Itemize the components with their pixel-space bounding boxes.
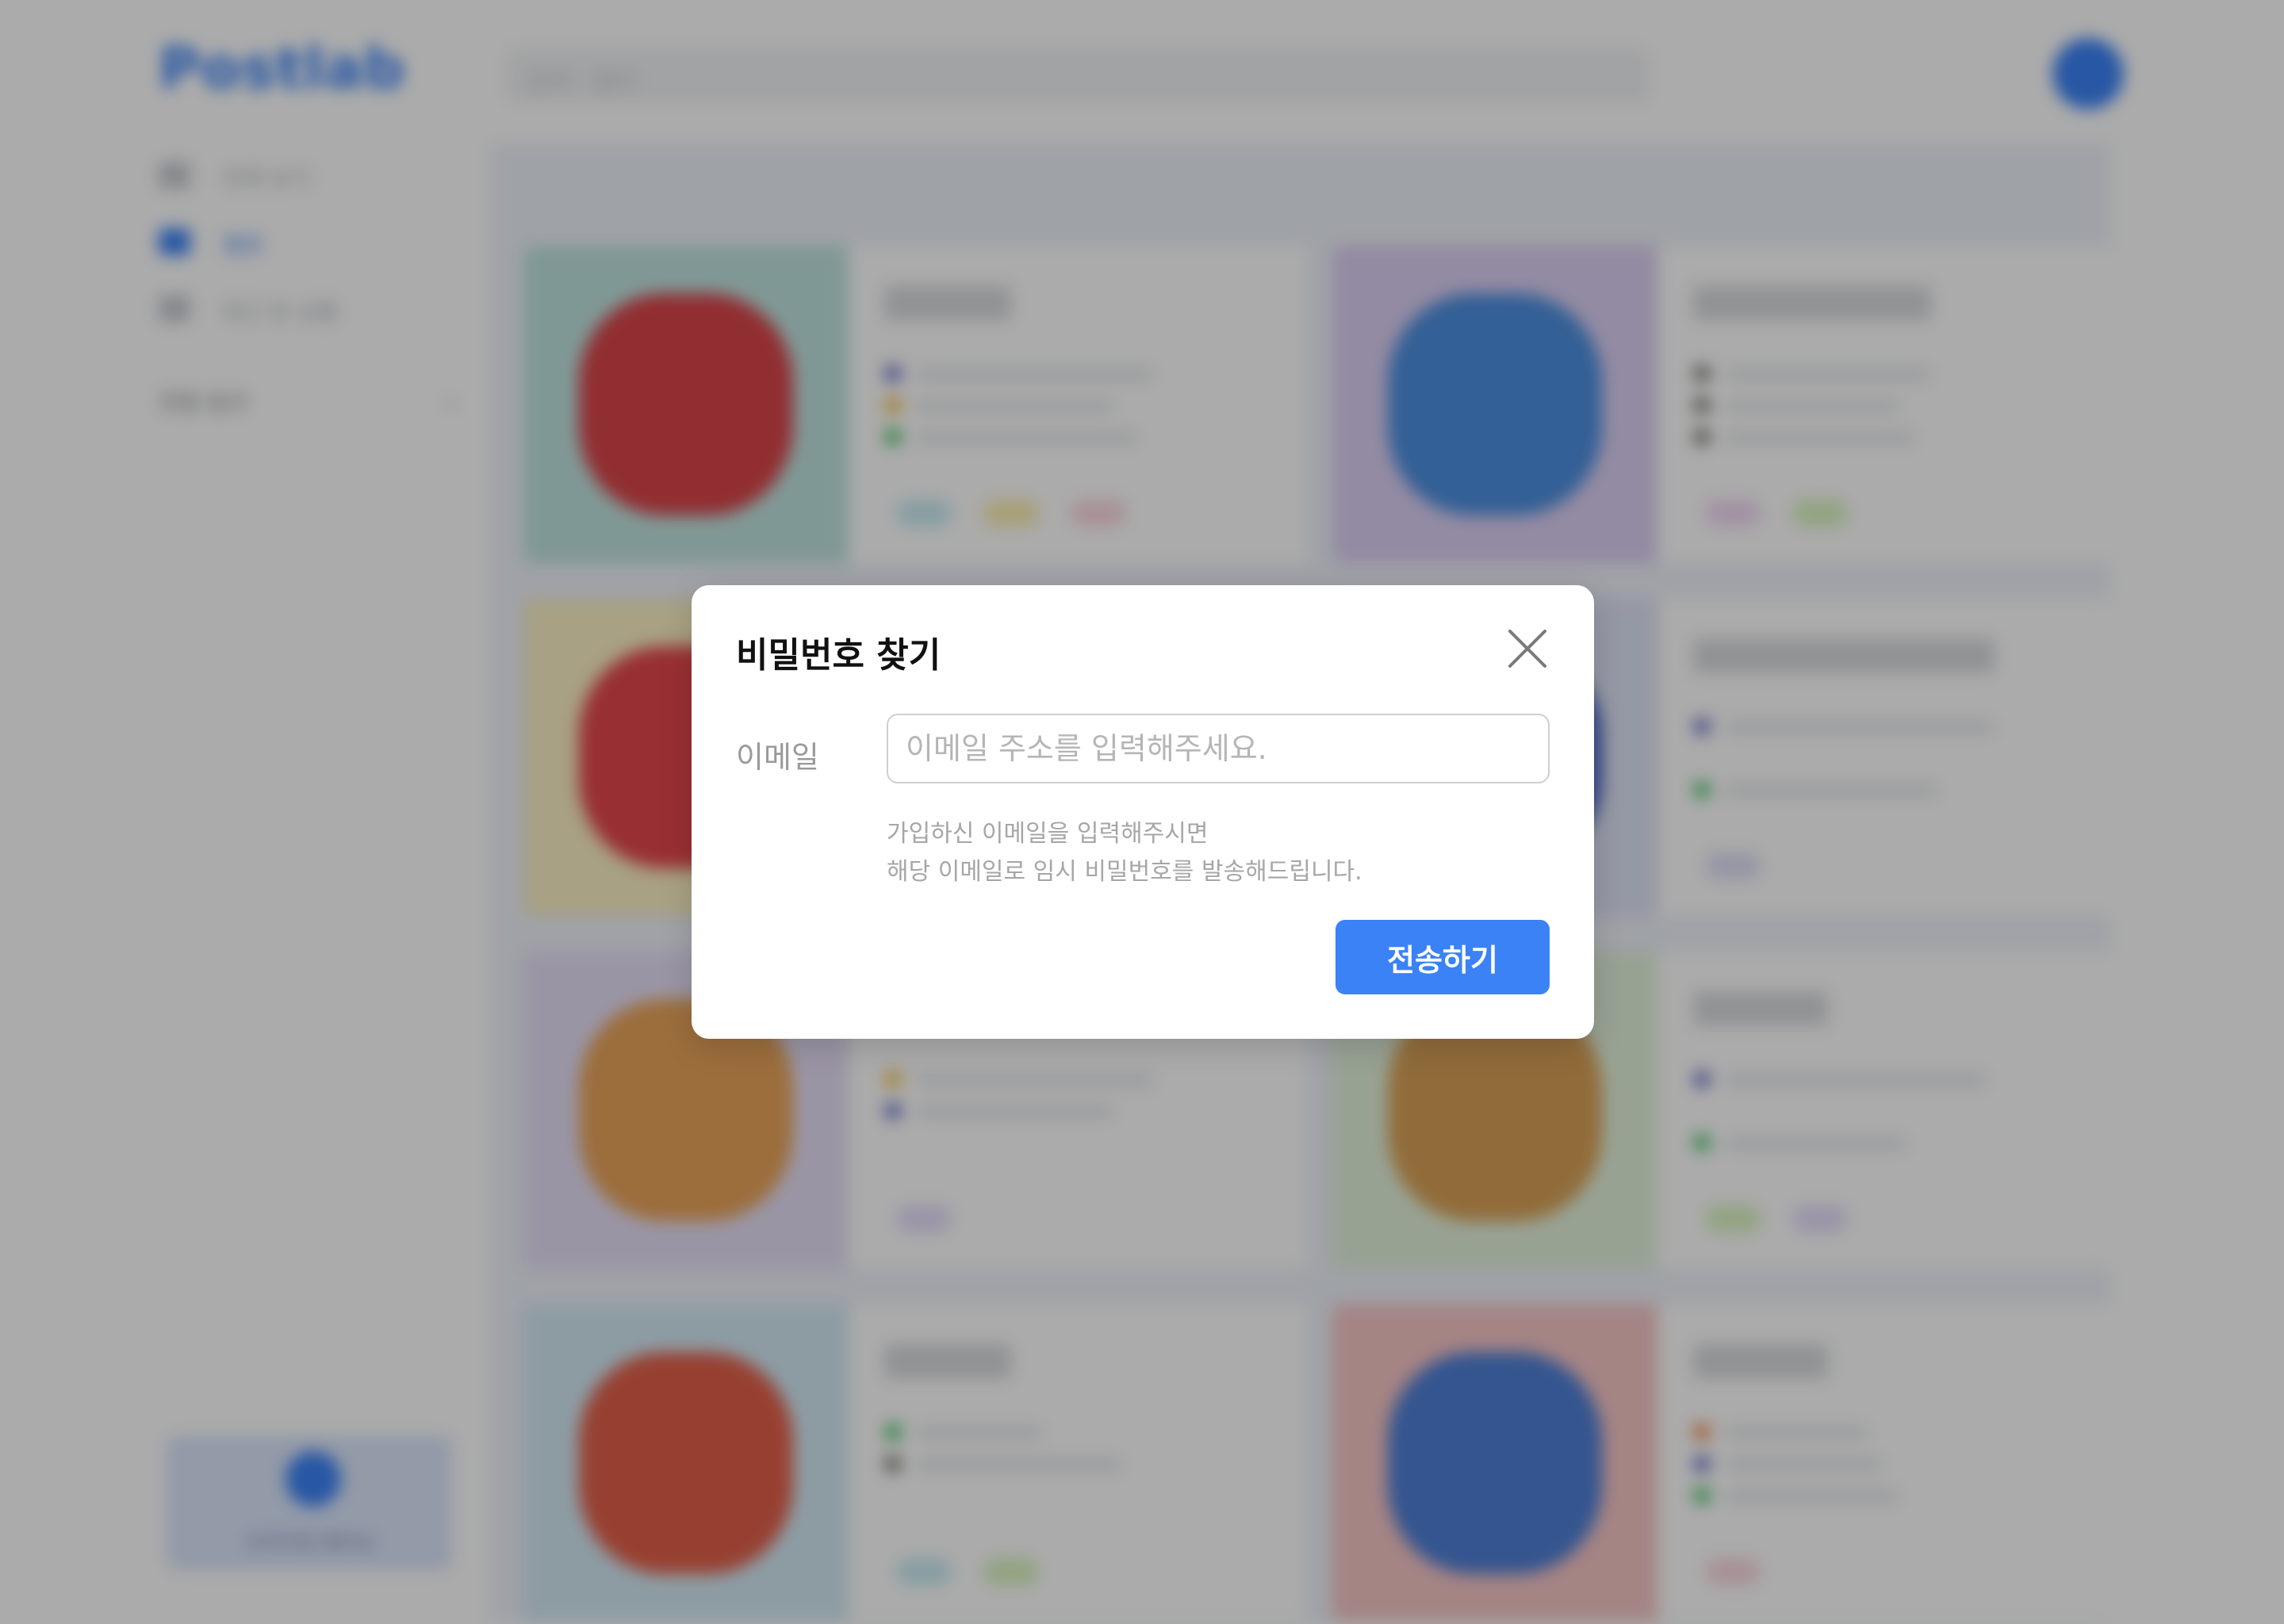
- submit-button[interactable]: 전송하기: [1336, 920, 1550, 994]
- close-icon: [1508, 630, 1546, 668]
- dialog-title: 비밀번호 찾기: [736, 635, 941, 676]
- help-text-line-2: 해당 이메일로 임시 비밀번호를 발송해드립니다.: [887, 858, 1362, 886]
- email-label: 이메일: [736, 740, 819, 775]
- email-input[interactable]: [887, 714, 1550, 783]
- find-password-dialog: 비밀번호 찾기 이메일 가입하신 이메일을 입력해주시면 해당 이메일로 임시 …: [692, 585, 1594, 1039]
- help-text-line-1: 가입하신 이메일을 입력해주시면: [887, 820, 1209, 848]
- close-button[interactable]: [1504, 625, 1551, 672]
